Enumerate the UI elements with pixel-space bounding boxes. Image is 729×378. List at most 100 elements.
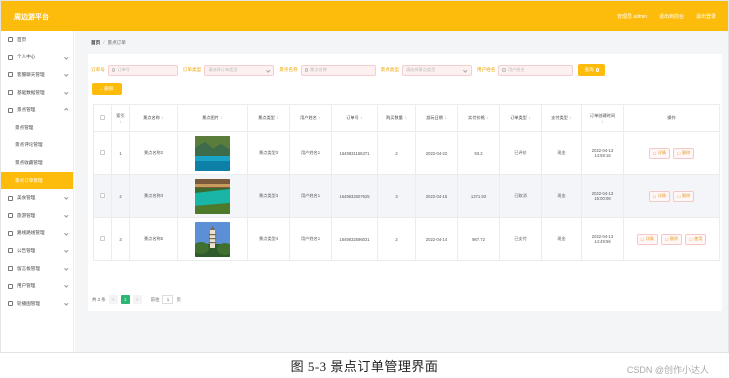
detail-button[interactable]: ☐ 详情 xyxy=(648,190,670,202)
trash-icon: ☐ xyxy=(664,236,669,242)
cell-name: 景点名称3 xyxy=(129,174,178,218)
order-type-select[interactable]: 请选择订单类型 xyxy=(204,64,275,76)
col-qty: 购买数量 ⇕ xyxy=(377,104,416,132)
chevron-down-icon xyxy=(63,213,68,217)
sidebar-sub-scenic[interactable]: 景点管理 xyxy=(1,119,73,137)
filter-bar: 订单号 订单号 订单类型 请选择订单类型 景点名称 景点名称 景点类型 请选择景… xyxy=(91,64,721,76)
cell-otype: 已支付 xyxy=(499,217,542,261)
prev-page-button[interactable]: < xyxy=(108,295,118,304)
orders-table: 索引 ⇕ 景点名称 ⇕ 景点图片 ⇕ 景点类型 ⇕ 用户姓名 ⇕ 订单号 ⇕ 购买… xyxy=(93,104,720,261)
cell-type: 景点类型4 xyxy=(247,217,290,261)
col-image: 景点图片 ⇕ xyxy=(177,104,248,132)
delete-button[interactable]: ☐ 删除 xyxy=(660,233,683,245)
order-no-input[interactable]: 订单号 xyxy=(107,64,178,76)
detail-button[interactable]: ☐ 详情 xyxy=(648,147,670,159)
delete-button[interactable]: ☐ 删除 xyxy=(673,190,695,202)
info-icon: ☐ xyxy=(652,193,657,199)
sidebar-sub-comments[interactable]: 景点评论管理 xyxy=(1,137,73,155)
col-otype: 订单类型 ⇕ xyxy=(499,104,542,132)
chevron-down-icon xyxy=(63,283,68,288)
sidebar: 首页 个人中心 客服聊天管理 基础数据管理 景点管理 景点管理 景点评论管理 景… xyxy=(1,31,74,352)
table-row: 1 景点名称2 景点类型3 用户姓名1 1649831156371 2 2022… xyxy=(93,131,720,175)
cell-image xyxy=(177,174,248,218)
cell-pay: 现金 xyxy=(541,217,582,261)
scenic-thumbnail-pagoda[interactable] xyxy=(195,221,230,257)
cell-user: 用户姓名1 xyxy=(289,217,332,261)
search-icon xyxy=(111,68,116,72)
use-button[interactable]: ☐ 使用 xyxy=(685,233,707,245)
logout-link[interactable]: 退出登录 xyxy=(696,13,716,20)
order-no-label: 订单号 xyxy=(91,67,105,72)
scenic-type-select[interactable]: 请选择景点类型 xyxy=(401,64,472,76)
sidebar-item-message[interactable]: 留言板管理 xyxy=(1,260,73,278)
detail-button[interactable]: ☐ 详情 xyxy=(636,233,658,245)
food-icon xyxy=(8,195,13,201)
trash-icon: ☐ xyxy=(677,150,681,156)
check-icon: ☐ xyxy=(689,236,693,242)
order-type-label: 订单类型 xyxy=(182,67,202,72)
row-checkbox[interactable] xyxy=(100,236,105,241)
select-all-header[interactable] xyxy=(93,104,112,132)
search-icon xyxy=(304,68,309,72)
delete-button[interactable]: ☐ 删除 xyxy=(673,147,695,159)
sidebar-item-notice[interactable]: 公告管理 xyxy=(1,242,73,260)
checkbox[interactable] xyxy=(100,115,105,120)
cell-index: 2 xyxy=(111,174,130,218)
route-icon xyxy=(8,230,13,236)
user-icon xyxy=(8,54,13,60)
sidebar-item-food[interactable]: 美食管理 xyxy=(1,189,73,207)
batch-delete-button[interactable]: ▫ 删除 xyxy=(92,83,122,95)
cell-price: 987.72 xyxy=(457,217,500,261)
sidebar-item-chat[interactable]: 客服聊天管理 xyxy=(1,66,73,84)
sidebar-item-profile[interactable]: 个人中心 xyxy=(1,49,73,67)
sidebar-item-route[interactable]: 路线路线管理 xyxy=(1,225,73,243)
info-icon: ☐ xyxy=(640,236,645,242)
watermark: CSDN @创作小达人 xyxy=(626,365,709,375)
sidebar-item-carousel[interactable]: 轮播图管理 xyxy=(1,295,73,313)
col-order: 订单号 ⇕ xyxy=(331,104,378,132)
cell-created: 2022-04-13 14:49:56 xyxy=(581,217,624,261)
cell-pay: 现金 xyxy=(541,131,582,175)
page-1-button[interactable]: 1 xyxy=(120,295,130,304)
chevron-down-icon xyxy=(63,72,68,77)
pagination: 共 3 条 < 1 > 前往 1 页 xyxy=(92,295,181,304)
cell-qty: 3 xyxy=(377,174,416,218)
data-icon xyxy=(8,90,13,96)
cell-pay: 现金 xyxy=(541,174,582,218)
admin-link[interactable]: 管理员 admin xyxy=(617,13,647,20)
sidebar-sub-orders[interactable]: 景点订单管理 xyxy=(1,171,73,190)
breadcrumb-home[interactable]: 首页 xyxy=(91,40,100,45)
cell-date: 2022-04-14 xyxy=(415,217,458,261)
scenic-thumbnail-river[interactable] xyxy=(195,178,230,214)
chevron-down-icon xyxy=(63,301,68,305)
cell-user: 用户姓名1 xyxy=(289,131,332,175)
goto-page-input[interactable]: 1 xyxy=(162,295,174,304)
col-price: 实付价格 ⇕ xyxy=(457,104,500,132)
cell-created: 2022-04-13 15:00:08 xyxy=(581,174,624,218)
sidebar-item-travel[interactable]: 旅游管理 xyxy=(1,207,73,225)
goto-label: 前往 xyxy=(150,296,160,302)
cell-order: 1649831156371 xyxy=(331,131,378,175)
top-links: 管理员 admin 退出到前台 退出登录 xyxy=(617,13,716,20)
username-label: 用户姓名 xyxy=(476,67,496,72)
scenic-thumbnail-lake[interactable] xyxy=(195,135,230,171)
sidebar-item-scenic[interactable]: 景点管理 xyxy=(1,101,73,119)
sidebar-sub-favorites[interactable]: 景点收藏管理 xyxy=(1,154,73,172)
row-checkbox[interactable] xyxy=(100,150,105,155)
table-row: 2 景点名称3 景点类型3 用户姓名1 1649832607625 3 2022… xyxy=(93,174,720,218)
next-page-button[interactable]: > xyxy=(132,295,142,304)
row-checkbox[interactable] xyxy=(100,193,105,198)
sidebar-item-basedata[interactable]: 基础数据管理 xyxy=(1,84,73,102)
search-button[interactable]: 查询 xyxy=(578,64,606,76)
breadcrumb-current: 景点订单 xyxy=(107,40,126,45)
scenic-name-input[interactable]: 景点名称 xyxy=(300,64,376,76)
scenic-type-label: 景点类型 xyxy=(380,67,399,72)
chevron-down-icon xyxy=(63,195,68,200)
cell-otype: 已取消 xyxy=(499,174,542,218)
username-input[interactable]: 用户姓名 xyxy=(498,64,574,76)
sidebar-item-users[interactable]: 用户管理 xyxy=(1,277,73,295)
chevron-down-icon xyxy=(63,231,68,235)
table-header-row: 索引 ⇕ 景点名称 ⇕ 景点图片 ⇕ 景点类型 ⇕ 用户姓名 ⇕ 订单号 ⇕ 购买… xyxy=(93,104,720,132)
frontend-link[interactable]: 退出到前台 xyxy=(659,13,684,20)
sidebar-item-home[interactable]: 首页 xyxy=(1,31,73,49)
